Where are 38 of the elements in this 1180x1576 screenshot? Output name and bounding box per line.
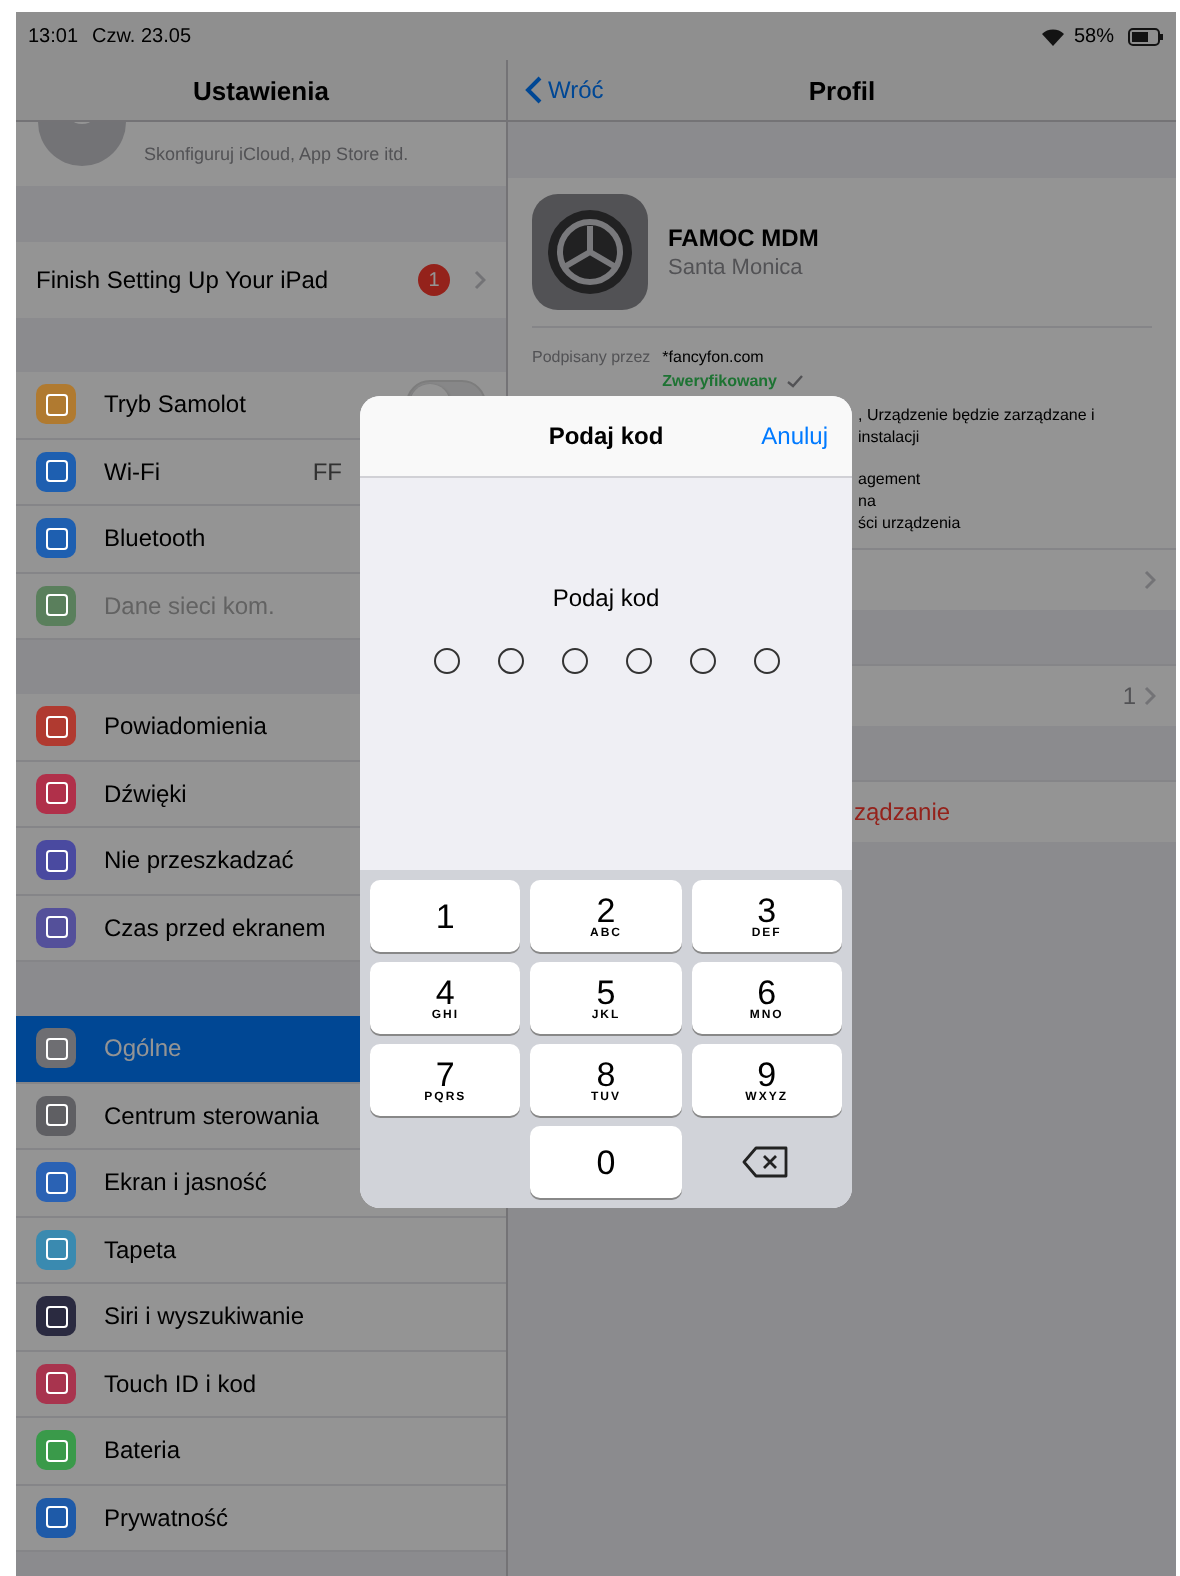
detail-title: Profil <box>808 75 876 105</box>
passcode-prompt: Podaj kod <box>552 584 660 612</box>
wifi-icon <box>1041 27 1064 45</box>
description-text: , Urządzenie będzie zarządzane i <box>858 406 1097 424</box>
back-chevron-icon <box>524 76 542 104</box>
finish-setup-item[interactable]: Finish Setting Up Your iPad 1 <box>16 242 506 318</box>
battery-icon <box>1128 27 1164 45</box>
cancel-button[interactable]: Anuluj <box>757 418 832 454</box>
chevron-icon <box>1144 570 1156 590</box>
status-time: 13:01 <box>28 25 79 47</box>
row-value: 1 <box>1122 682 1136 710</box>
status-date: Czw. 23.05 <box>92 25 192 47</box>
verified-status: Zweryfikowany <box>662 372 778 390</box>
signed-by-label: Podpisany przez <box>532 348 651 370</box>
checkmark-icon <box>786 374 805 388</box>
profile-name: FAMOC MDM <box>668 224 819 252</box>
backspace-icon <box>742 1146 791 1178</box>
settings-item[interactable]: Siri i wyszukiwanie <box>16 1284 506 1351</box>
notification-badge: 1 <box>418 264 450 296</box>
contents-text: agement <box>858 470 923 488</box>
settings-item[interactable]: Tapeta <box>16 1217 506 1284</box>
dialog-title: Podaj kod <box>548 422 664 450</box>
settings-item[interactable]: Touch ID i kod <box>16 1351 506 1418</box>
profile-organization: Santa Monica <box>668 256 805 280</box>
contents-text: ści urządzenia <box>858 514 963 532</box>
description-text: instalacji <box>858 428 922 446</box>
chevron-icon <box>474 270 486 290</box>
sidebar-title: Ustawienia <box>193 75 329 105</box>
settings-item[interactable]: Bateria <box>16 1418 506 1485</box>
battery-percent: 58% <box>1073 25 1114 47</box>
signer-value: *fancyfon.com <box>662 348 766 366</box>
chevron-icon <box>1144 686 1156 706</box>
gear-icon <box>532 194 648 310</box>
keypad-key[interactable]: 0 <box>530 1126 682 1198</box>
contents-text: na <box>858 492 878 510</box>
keypad-key[interactable]: 1 <box>370 880 521 952</box>
settings-item[interactable]: Prywatność <box>16 1485 506 1552</box>
profile-subtitle: Skonfiguruj iCloud, App Store itd. <box>144 144 409 164</box>
